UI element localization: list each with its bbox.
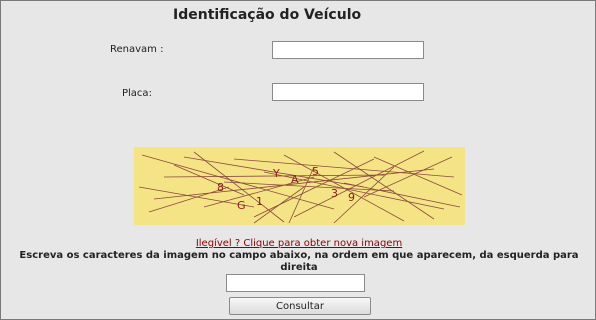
captcha-answer-input[interactable] (226, 274, 365, 292)
captcha-graphic: 8 Y A 5 G 1 3 9 (138, 150, 463, 224)
captcha-char: 3 (331, 187, 338, 200)
captcha-char: 9 (348, 191, 355, 204)
consultar-button[interactable]: Consultar (229, 297, 371, 315)
captcha-image: 8 Y A 5 G 1 3 9 (134, 147, 465, 225)
placa-label: Placa: (122, 88, 152, 99)
captcha-noise-lines (138, 150, 463, 224)
placa-input[interactable] (272, 83, 424, 101)
form-panel: Identificação do Veículo Renavam : Placa… (0, 0, 596, 320)
captcha-char: 1 (256, 195, 263, 208)
captcha-char: A (291, 173, 299, 186)
captcha-characters: 8 Y A 5 G 1 3 9 (217, 165, 355, 212)
captcha-char: Y (272, 167, 280, 180)
renavam-input[interactable] (272, 41, 424, 59)
renavam-label: Renavam : (110, 44, 164, 55)
new-image-link[interactable]: Ilegível ? Clique para obter nova imagem (1, 238, 596, 249)
captcha-char: 8 (217, 181, 224, 194)
page-title: Identificação do Veículo (173, 7, 362, 23)
captcha-instruction: Escreva os caracteres da imagem no campo… (19, 250, 579, 273)
captcha-char: G (237, 199, 246, 212)
captcha-char: 5 (312, 165, 319, 178)
